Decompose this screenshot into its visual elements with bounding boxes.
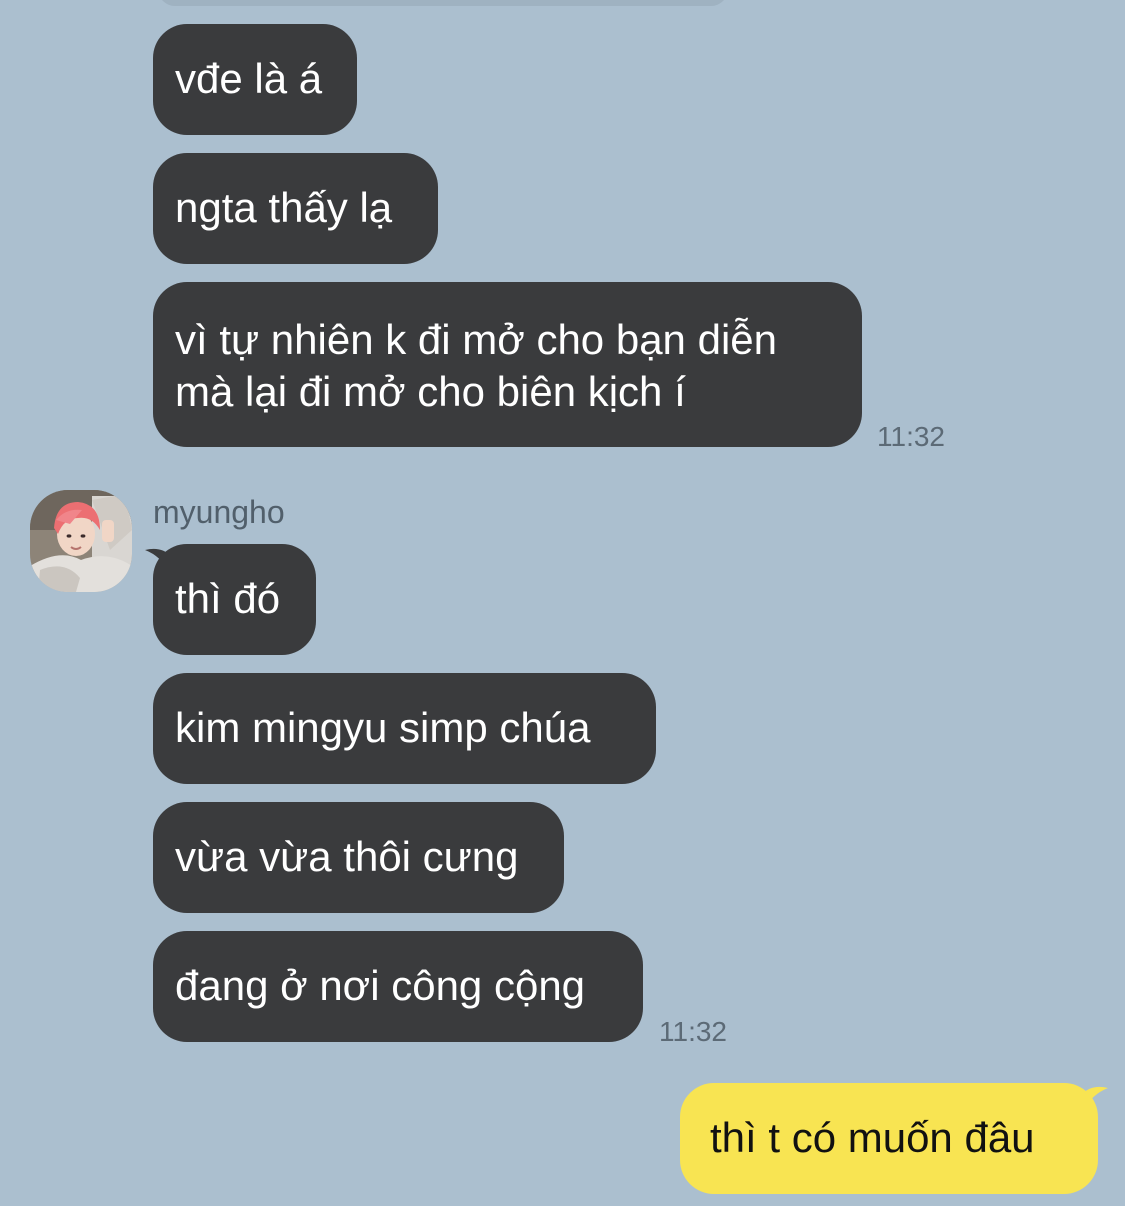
message-text: đang ở nơi công cộng: [175, 962, 586, 1009]
message-bubble[interactable]: vì tự nhiên k đi mở cho bạn diễn mà lại …: [153, 282, 862, 447]
message-timestamp: 11:32: [877, 421, 945, 452]
avatar[interactable]: [30, 490, 132, 592]
message-text: vừa vừa thôi cưng: [175, 833, 519, 880]
sender-name: myungho: [153, 494, 285, 530]
chat-screen: vđe là á ngta thấy lạ vì tự nhiên k đi m…: [0, 0, 1125, 1206]
message-text: thì t có muốn đâu: [710, 1114, 1035, 1161]
message-text: kim mingyu simp chúa: [175, 704, 591, 751]
message-bubble[interactable]: đang ở nơi công cộng: [153, 931, 643, 1042]
message-bubble[interactable]: kim mingyu simp chúa: [153, 673, 656, 784]
message-bubble[interactable]: vừa vừa thôi cưng: [153, 802, 564, 913]
message-bubble[interactable]: ngta thấy lạ: [153, 153, 438, 264]
message-text-line: vì tự nhiên k đi mở cho bạn diễn: [175, 316, 777, 363]
message-text: thì đó: [175, 575, 281, 622]
message-timestamp: 11:32: [659, 1016, 727, 1047]
message-bubble[interactable]: vđe là á: [153, 24, 357, 135]
previous-message-bubble-edge: [158, 0, 728, 6]
message-text: ngta thấy lạ: [175, 184, 393, 231]
message-bubble-outgoing[interactable]: thì t có muốn đâu: [680, 1083, 1098, 1194]
profile-photo-icon: [30, 490, 132, 592]
message-text: vđe là á: [175, 55, 323, 102]
message-text-line: mà lại đi mở cho biên kịch í: [175, 368, 686, 415]
message-bubble[interactable]: thì đó: [153, 544, 316, 655]
